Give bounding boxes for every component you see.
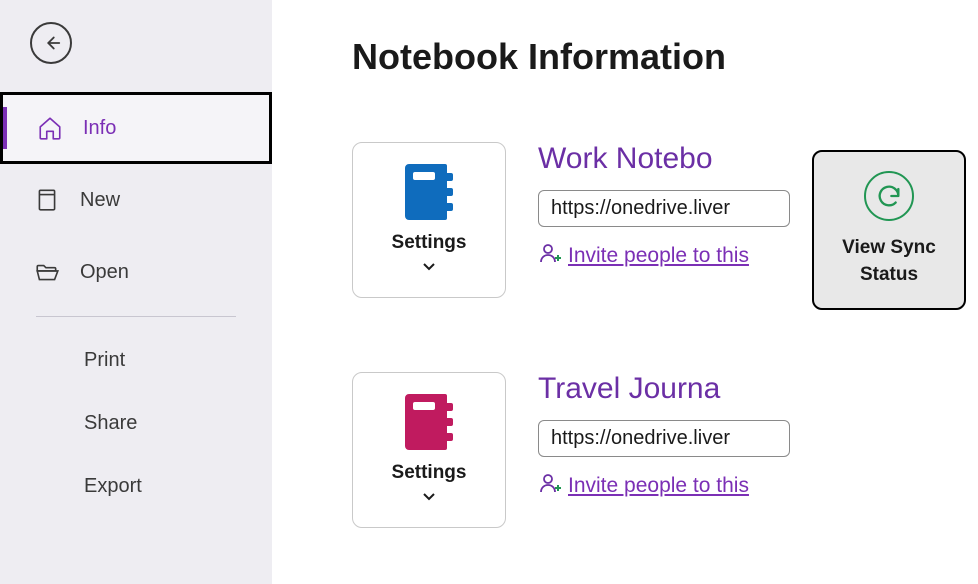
sidebar-divider xyxy=(36,316,236,317)
content-pane: Notebook Information Settings Work Noteb… xyxy=(272,0,790,584)
notebook-details: Travel Journa https://onedrive.liver Inv… xyxy=(538,372,790,500)
nav-open[interactable]: Open xyxy=(0,236,272,308)
back-arrow-icon xyxy=(40,32,62,54)
person-add-icon xyxy=(538,241,562,270)
subnav-label: Export xyxy=(84,475,142,497)
main-area: Notebook Information Settings Work Noteb… xyxy=(272,0,978,584)
nav-info[interactable]: Info xyxy=(0,92,272,164)
right-panel: View Sync Status xyxy=(790,0,978,584)
settings-label: Settings xyxy=(392,462,467,484)
settings-label: Settings xyxy=(392,232,467,254)
notebook-url-field[interactable]: https://onedrive.liver xyxy=(538,420,790,457)
subnav-export[interactable]: Export xyxy=(0,455,272,518)
invite-row: Invite people to this xyxy=(538,241,790,270)
sync-label: View Sync Status xyxy=(842,235,936,288)
chevron-down-icon xyxy=(422,258,436,276)
notebook-url-field[interactable]: https://onedrive.liver xyxy=(538,190,790,227)
notebook-title: Travel Journa xyxy=(538,372,790,406)
notebook-details: Work Notebo https://onedrive.liver Invit… xyxy=(538,142,790,270)
invite-row: Invite people to this xyxy=(538,471,790,500)
backstage-sidebar: Info New Open Print Share Export xyxy=(0,0,272,584)
view-sync-status-button[interactable]: View Sync Status xyxy=(812,150,966,310)
chevron-down-icon xyxy=(422,488,436,506)
notebook-blue-icon xyxy=(405,164,453,220)
subnav-label: Print xyxy=(84,349,125,371)
notebook-row: Settings Travel Journa https://onedrive.… xyxy=(352,372,790,528)
nav-label: Info xyxy=(83,117,116,140)
nav-new[interactable]: New xyxy=(0,164,272,236)
notebook-red-icon xyxy=(405,394,453,450)
subnav-print[interactable]: Print xyxy=(0,329,272,392)
folder-open-icon xyxy=(34,259,60,285)
notebook-icon xyxy=(34,187,60,213)
person-add-icon xyxy=(538,471,562,500)
back-button[interactable] xyxy=(30,22,72,64)
notebook-settings-button[interactable]: Settings xyxy=(352,372,506,528)
page-title: Notebook Information xyxy=(352,36,790,78)
subnav-share[interactable]: Share xyxy=(0,392,272,455)
nav-label: New xyxy=(80,189,120,212)
invite-link[interactable]: Invite people to this xyxy=(568,474,749,498)
notebook-title: Work Notebo xyxy=(538,142,790,176)
invite-link[interactable]: Invite people to this xyxy=(568,244,749,268)
sync-icon xyxy=(864,171,914,221)
home-icon xyxy=(37,115,63,141)
nav-label: Open xyxy=(80,261,129,284)
notebook-settings-button[interactable]: Settings xyxy=(352,142,506,298)
notebook-row: Settings Work Notebo https://onedrive.li… xyxy=(352,142,790,298)
subnav-label: Share xyxy=(84,412,137,434)
